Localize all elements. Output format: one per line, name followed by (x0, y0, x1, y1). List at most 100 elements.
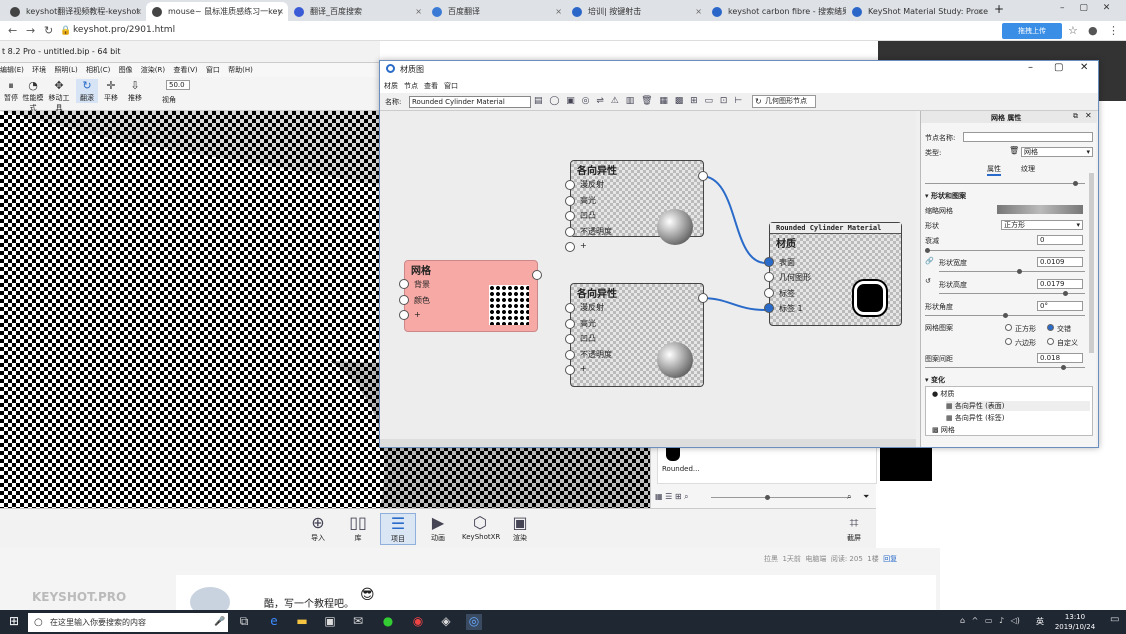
close-tab-icon[interactable]: × (135, 2, 142, 21)
tumble-button[interactable]: ↻ 翻滚 (76, 79, 98, 103)
menu-kebab-icon[interactable]: ⋮ (1108, 24, 1119, 37)
close-tab-icon[interactable]: × (277, 2, 284, 21)
section-shape-pattern[interactable]: ▾ 形状和图案 (925, 191, 966, 201)
output-port[interactable] (698, 293, 708, 303)
tree-item-material[interactable]: ● 材质 (932, 389, 954, 399)
back-arrow-icon[interactable]: ← (8, 24, 17, 37)
input-port[interactable] (565, 303, 575, 313)
output-port[interactable] (532, 270, 542, 280)
geometry-node-button[interactable]: ↻ 几何图形节点 (752, 95, 816, 108)
view-mode-icons[interactable]: ▦ ☰ ⊞ ⌕ (655, 492, 689, 502)
block-link[interactable]: 拉黑 (764, 555, 778, 563)
menu-camera[interactable]: 相机(C) (86, 66, 110, 74)
input-port[interactable] (565, 180, 575, 190)
size-slider[interactable] (711, 495, 851, 500)
input-port[interactable] (399, 310, 409, 320)
tab-texture[interactable]: 纹理 (1021, 164, 1035, 174)
window-controls[interactable]: – ▢ ✕ (1060, 3, 1110, 13)
menu-view[interactable]: 查看 (424, 81, 438, 91)
menu-material[interactable]: 材质 (384, 81, 398, 91)
tab-mouse[interactable]: mouse~ 鼠标准质感练习一key × (146, 2, 288, 21)
performance-mode-button[interactable]: ◔ 性能模式 (22, 79, 44, 113)
variations-header[interactable]: ▾ 变化 (925, 375, 945, 385)
render-button[interactable]: ▣ 渲染 (502, 513, 538, 543)
input-port-surface[interactable] (764, 257, 774, 267)
file-explorer-icon[interactable]: ▬ (294, 614, 310, 630)
pattern-radio-staggered[interactable] (1047, 324, 1054, 331)
store-icon[interactable]: ▣ (322, 614, 338, 630)
type-select[interactable]: 网格 ▾ (1021, 147, 1093, 157)
chrome-icon[interactable]: ◉ (410, 614, 426, 630)
close-tab-icon[interactable]: × (835, 2, 842, 21)
upload-button[interactable]: 拖拽上传 (1002, 23, 1062, 39)
animation-button[interactable]: ▶ 动画 (420, 513, 456, 543)
search-icon[interactable]: ⌕ (847, 492, 851, 502)
microphone-icon[interactable]: 🎤 (214, 613, 225, 632)
system-tray-icons[interactable]: ⌂ ^ ▭ ♪ ◁) (960, 616, 1020, 625)
graph-tool-icons[interactable]: ▤ ◯ ▣ ◎ ⇌ ⚠ ▥ 🗑 ▦ ▩ ⊞ ▭ ⊡ ⊢ (534, 96, 744, 106)
height-slider[interactable] (939, 291, 1085, 296)
input-port[interactable] (565, 211, 575, 221)
trash-icon[interactable]: 🗑 (1009, 146, 1019, 155)
taskbar-search-input[interactable]: ○ 在这里输入你要搜索的内容 🎤 (28, 613, 228, 632)
top-slider[interactable] (925, 181, 1085, 186)
input-port[interactable] (565, 365, 575, 375)
link-icon[interactable]: 🔗 (925, 257, 934, 265)
material-name-input[interactable]: Rounded Cylinder Material (409, 96, 531, 108)
mail-icon[interactable]: ✉ (350, 614, 366, 630)
input-port[interactable] (565, 242, 575, 252)
width-slider[interactable] (939, 269, 1085, 274)
material-output-node[interactable]: Rounded Cylinder Material 材质 表面 几何图形 标签 … (769, 222, 902, 326)
menu-render[interactable]: 渲染(R) (141, 66, 165, 74)
props-scrollbar[interactable] (1089, 173, 1094, 353)
anisotropic-node-1[interactable]: 各向异性 漫反射 高光 凹凸 不透明度 + (570, 160, 704, 250)
spacing-slider[interactable] (925, 365, 1085, 370)
input-port[interactable] (565, 350, 575, 360)
project-button[interactable]: ☰ 项目 (380, 513, 416, 545)
tree-item-mesh[interactable]: ▩ 网格 (932, 425, 955, 435)
keyshot-taskbar-icon[interactable]: ◎ (466, 614, 482, 630)
angle-slider[interactable] (925, 313, 1085, 318)
tab-properties[interactable]: 属性 (987, 164, 1001, 176)
tree-item-aniso-label[interactable]: ▦ 各向异性 (标签) (946, 413, 1005, 423)
wechat-icon[interactable]: ● (380, 614, 396, 630)
input-port[interactable] (565, 227, 575, 237)
anisotropic-node-2[interactable]: 各向异性 漫反射 高光 凹凸 不透明度 + (570, 283, 704, 387)
close-tab-icon[interactable]: × (695, 2, 702, 21)
input-port[interactable] (565, 319, 575, 329)
attenuation-input[interactable]: 0 (1037, 235, 1083, 245)
close-icon[interactable]: ✕ (1085, 111, 1092, 120)
menu-window[interactable]: 窗口 (444, 81, 458, 91)
shape-select[interactable]: 正方形 ▾ (1001, 220, 1083, 230)
close-tab-icon[interactable]: × (977, 2, 984, 21)
menu-node[interactable]: 节点 (404, 81, 418, 91)
pattern-radio-hexagon[interactable] (1005, 338, 1012, 345)
mesh-node[interactable]: 网格 背景 颜色 + (404, 260, 538, 332)
new-tab-plus-icon[interactable]: + (994, 2, 1004, 16)
screenshot-button[interactable]: ⌗ 截屏 (836, 513, 872, 543)
input-port[interactable] (764, 288, 774, 298)
close-tab-icon[interactable]: × (555, 2, 562, 21)
url-text[interactable]: keyshot.pro/2901.html (73, 25, 175, 35)
input-port[interactable] (764, 272, 774, 282)
tab-material-study[interactable]: KeyShot Material Study: Proce × (846, 2, 988, 21)
dolly-button[interactable]: ⇩ 推移 (124, 79, 146, 103)
import-button[interactable]: ⊕ 导入 (300, 513, 336, 543)
height-input[interactable]: 0.0179 (1037, 279, 1083, 289)
pause-button[interactable]: ⏸ 暂停 (0, 79, 22, 103)
minimize-icon[interactable]: – (1028, 62, 1033, 73)
pattern-radio-square[interactable] (1005, 324, 1012, 331)
edge-icon[interactable]: e (266, 614, 282, 630)
input-port[interactable] (399, 279, 409, 289)
menu-environment[interactable]: 环境 (32, 66, 46, 74)
tab-baidu-search[interactable]: 翻译_百度搜索 × (288, 2, 426, 21)
library-thumbnail[interactable]: Rounded... (657, 444, 877, 484)
menu-help[interactable]: 帮助(H) (228, 66, 253, 74)
account-icon[interactable]: ● (1088, 24, 1098, 37)
node-name-input[interactable] (963, 132, 1093, 142)
input-port-label1[interactable] (764, 303, 774, 313)
star-icon[interactable]: ☆ (1068, 24, 1078, 37)
attenuation-slider[interactable] (925, 248, 1085, 253)
pan-button[interactable]: ✛ 平移 (100, 79, 122, 103)
angle-input[interactable]: 0° (1037, 301, 1083, 311)
